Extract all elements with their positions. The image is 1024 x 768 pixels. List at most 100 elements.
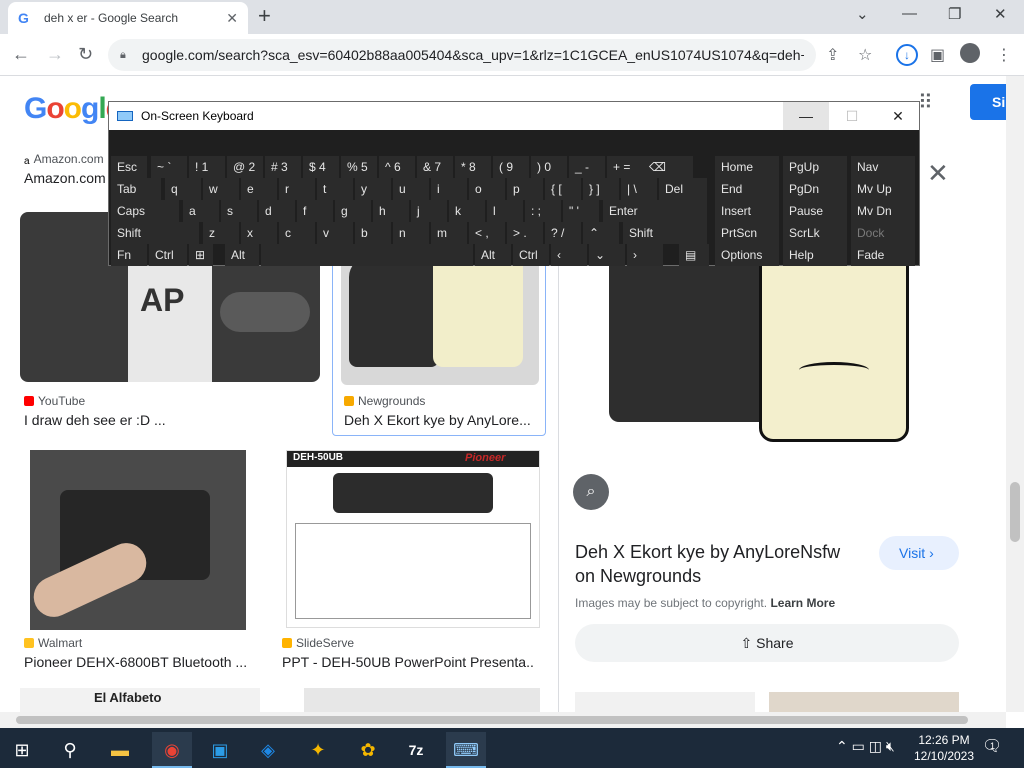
visit-button[interactable]: Visit ›: [879, 536, 959, 570]
osk-key[interactable]: Tab: [111, 178, 161, 200]
osk-key[interactable]: " ': [563, 200, 599, 222]
google-lens-icon[interactable]: ⌕: [573, 474, 609, 510]
osk-key[interactable]: k: [449, 200, 485, 222]
new-tab-button[interactable]: +: [258, 5, 271, 27]
osk-nav-key[interactable]: Dock: [851, 222, 915, 244]
result-source[interactable]: Walmart: [24, 636, 82, 650]
osk-down-arrow-key[interactable]: ⌄: [589, 244, 625, 266]
notification-center-icon[interactable]: 🗨︎ 1: [982, 736, 1004, 758]
related-thumbnail[interactable]: [575, 692, 755, 712]
related-thumbnail[interactable]: [769, 692, 959, 712]
osk-nav-key[interactable]: Home: [715, 156, 779, 178]
profile-avatar[interactable]: [960, 43, 980, 63]
osk-key[interactable]: ^ 6: [379, 156, 415, 178]
osk-nav-key[interactable]: PgUp: [783, 156, 847, 178]
osk-key[interactable]: _ -: [569, 156, 605, 178]
osk-key[interactable]: * 8: [455, 156, 491, 178]
result-thumbnail[interactable]: [30, 450, 246, 630]
osk-titlebar[interactable]: On-Screen Keyboard — ☐ ✕: [109, 102, 919, 130]
osk-key[interactable]: o: [469, 178, 505, 200]
osk-nav-key[interactable]: ScrLk: [783, 222, 847, 244]
osk-nav-key[interactable]: End: [715, 178, 779, 200]
osk-key[interactable]: @ 2: [227, 156, 263, 178]
minimize-button[interactable]: —: [902, 5, 917, 22]
osk-backspace-key[interactable]: ⌫: [643, 156, 693, 178]
clock[interactable]: 12:26 PM 12/10/2023: [912, 732, 976, 764]
chrome-icon[interactable]: ◉: [152, 732, 192, 768]
osk-key[interactable]: ? /: [545, 222, 581, 244]
share-button[interactable]: ⇧ Share: [575, 624, 959, 662]
osk-left-arrow-key[interactable]: ‹: [551, 244, 587, 266]
osk-key[interactable]: z: [203, 222, 239, 244]
osk-nav-key[interactable]: Help: [783, 244, 847, 266]
osk-key[interactable]: s: [221, 200, 257, 222]
result-thumbnail[interactable]: DEH-50UB Pioneer: [286, 450, 540, 628]
preview-title[interactable]: Deh X Ekort kye by AnyLoreNsfw on Newgro…: [575, 540, 865, 588]
forward-button[interactable]: →: [46, 44, 64, 64]
osk-key[interactable]: u: [393, 178, 429, 200]
result-caption[interactable]: Pioneer DEHX-6800BT Bluetooth ...: [24, 654, 246, 670]
osk-nav-key[interactable]: Nav: [851, 156, 915, 178]
on-screen-keyboard-icon[interactable]: ⌨: [446, 732, 486, 768]
osk-right-arrow-key[interactable]: ›: [627, 244, 663, 266]
osk-nav-key[interactable]: Insert: [715, 200, 779, 222]
google-logo[interactable]: Google: [24, 92, 122, 126]
osk-key[interactable]: d: [259, 200, 295, 222]
osk-key[interactable]: c: [279, 222, 315, 244]
app-icon[interactable]: ✿: [348, 732, 388, 768]
result-caption[interactable]: PPT - DEH-50UB PowerPoint Presenta...: [282, 654, 534, 670]
osk-nav-key[interactable]: PgDn: [783, 178, 847, 200]
osk-nav-key[interactable]: Mv Dn: [851, 200, 915, 222]
osk-key[interactable]: % 5: [341, 156, 377, 178]
osk-up-arrow-key[interactable]: ⌃: [583, 222, 619, 244]
osk-key[interactable]: Enter: [603, 200, 707, 222]
osk-key[interactable]: ) 0: [531, 156, 567, 178]
osk-key[interactable]: q: [165, 178, 201, 200]
osk-windows-key[interactable]: ⊞: [189, 244, 213, 266]
osk-key[interactable]: & 7: [417, 156, 453, 178]
share-icon[interactable]: ⇪: [826, 45, 839, 65]
search-icon[interactable]: ⚲: [50, 732, 90, 768]
osk-nav-key[interactable]: PrtScn: [715, 222, 779, 244]
osk-key[interactable]: i: [431, 178, 467, 200]
osk-key[interactable]: | \: [621, 178, 657, 200]
system-tray[interactable]: ⌃ ▭ ◫ 🔇︎: [836, 738, 895, 755]
result-caption[interactable]: Amazon.com: [24, 170, 110, 186]
osk-key[interactable]: } ]: [583, 178, 619, 200]
osk-key[interactable]: y: [355, 178, 391, 200]
result-thumbnail[interactable]: [304, 688, 540, 712]
osk-key[interactable]: + =: [607, 156, 643, 178]
file-explorer-icon[interactable]: ▬: [100, 732, 140, 768]
app-icon[interactable]: ✦: [298, 732, 338, 768]
osk-key[interactable]: ! 1: [189, 156, 225, 178]
reload-button[interactable]: ↻: [78, 44, 93, 64]
vertical-scrollbar[interactable]: [1006, 76, 1024, 712]
osk-key[interactable]: e: [241, 178, 277, 200]
osk-key[interactable]: v: [317, 222, 353, 244]
osk-key[interactable]: p: [507, 178, 543, 200]
osk-nav-key[interactable]: Mv Up: [851, 178, 915, 200]
browser-tab[interactable]: G deh x er - Google Search ✕: [8, 2, 248, 34]
osk-key[interactable]: : ;: [525, 200, 561, 222]
osk-key[interactable]: Ctrl: [149, 244, 187, 266]
osk-key[interactable]: t: [317, 178, 353, 200]
osk-key[interactable]: r: [279, 178, 315, 200]
osk-space-key[interactable]: [261, 244, 473, 266]
menu-icon[interactable]: ⋮: [996, 45, 1012, 65]
app-icon[interactable]: ◈: [248, 732, 288, 768]
result-source[interactable]: Newgrounds: [344, 394, 425, 408]
result-caption[interactable]: Deh X Ekort kye by AnyLore...: [344, 412, 540, 428]
osk-key[interactable]: Del: [659, 178, 707, 200]
close-window-button[interactable]: ✕: [994, 5, 1007, 23]
osk-key[interactable]: Ctrl: [513, 244, 549, 266]
osk-key[interactable]: Alt: [475, 244, 511, 266]
osk-minimize-button[interactable]: —: [783, 102, 829, 130]
result-source[interactable]: YouTube: [24, 394, 85, 408]
osk-key[interactable]: n: [393, 222, 429, 244]
tab-search-icon[interactable]: ⌄: [856, 5, 869, 23]
osk-key[interactable]: b: [355, 222, 391, 244]
osk-key[interactable]: { [: [545, 178, 581, 200]
app-icon[interactable]: ▣: [200, 732, 240, 768]
7zip-icon[interactable]: 7z: [396, 732, 436, 768]
osk-key[interactable]: j: [411, 200, 447, 222]
